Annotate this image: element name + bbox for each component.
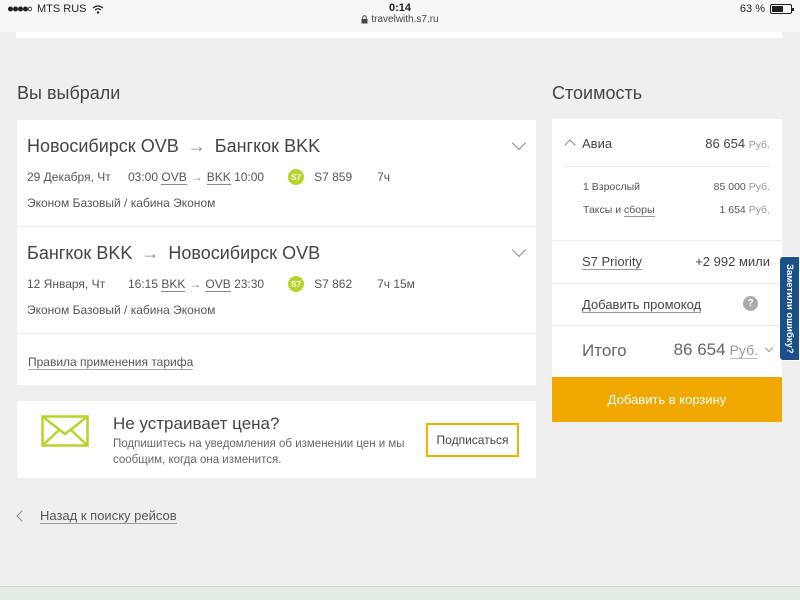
s7-logo-icon: S7	[288, 169, 305, 185]
to-code: BKK	[284, 136, 321, 156]
add-promo-link[interactable]: Добавить промокод	[582, 297, 702, 313]
battery-percent: 63 %	[739, 3, 765, 15]
feedback-label: Заметили ошибку?	[784, 263, 795, 354]
from-code: BKK	[96, 243, 133, 263]
duration: 7ч	[377, 170, 391, 184]
arr-code[interactable]: BKK	[206, 170, 231, 185]
chevron-up-icon	[564, 139, 576, 151]
dep-code[interactable]: OVB	[161, 170, 187, 185]
battery-fill	[772, 6, 783, 12]
adult-row: 1 Взрослый 85 000 Руб.	[583, 181, 770, 193]
total-label: Итого	[582, 341, 627, 360]
taxes-text: Таксы и	[583, 204, 622, 216]
currency: Руб.	[748, 204, 770, 216]
taxes-price: 1 654 Руб.	[719, 204, 770, 216]
top-strip	[16, 32, 782, 38]
price-alert-card: Не устраивает цена? Подпишитесь на уведо…	[17, 401, 536, 478]
address-bar[interactable]: travelwith.s7.ru	[361, 14, 439, 25]
avia-price: 86 654 Руб.	[705, 136, 770, 151]
s7-logo-icon: S7	[288, 276, 305, 292]
chevron-left-icon	[16, 510, 28, 522]
fees-link[interactable]: сборы	[624, 204, 655, 217]
divider	[552, 283, 782, 284]
leg-details: 29 Декабря, Чт 03:00 OVB → BKK 10:00 S7 …	[27, 169, 390, 185]
flight-leg-outbound[interactable]: Новосибирск OVB → Бангкок BKK 29 Декабря…	[17, 120, 536, 227]
clock: 0:14	[388, 2, 412, 14]
leg-route: Новосибирск OVB → Бангкок BKK	[27, 136, 320, 157]
adult-label: 1 Взрослый	[583, 181, 641, 193]
cost-card: Авиа 86 654 Руб. 1 Взрослый 85 000 Руб. …	[552, 119, 782, 377]
cabin-class: Эконом Базовый / кабина Эконом	[27, 196, 216, 210]
status-center: 0:14 travelwith.s7.ru	[0, 2, 800, 27]
add-to-cart-button[interactable]: Добавить в корзину	[552, 377, 782, 422]
subscribe-button[interactable]: Подписаться	[426, 423, 519, 457]
divider	[552, 325, 782, 326]
status-right: 63 %	[739, 3, 794, 15]
help-icon[interactable]: ?	[743, 296, 758, 311]
price-alert-text: Подпишитесь на уведомления об изменении …	[113, 438, 405, 466]
flights-card: Новосибирск OVB → Бангкок BKK 29 Декабря…	[17, 120, 536, 385]
flight-number: S7 859	[314, 170, 353, 184]
avia-amount: 86 654	[705, 136, 746, 151]
to-code: OVB	[282, 243, 321, 263]
from-code: OVB	[140, 136, 179, 156]
arr-time: 23:30	[234, 277, 265, 291]
currency: Руб.	[748, 181, 770, 193]
taxes-amount: 1 654	[719, 204, 746, 216]
avia-label: Авиа	[582, 136, 613, 151]
adult-amount: 85 000	[713, 181, 746, 193]
selected-heading: Вы выбрали	[17, 83, 121, 103]
chevron-down-icon[interactable]	[764, 343, 774, 353]
from-city: Новосибирск	[27, 136, 136, 156]
battery-icon	[770, 4, 794, 14]
dep-time: 03:00	[128, 170, 159, 184]
s7-priority-link[interactable]: S7 Priority	[582, 254, 642, 270]
currency: Руб.	[748, 139, 770, 151]
lock-icon	[361, 15, 368, 24]
taxes-label: Таксы и сборы	[583, 204, 655, 217]
total-price: 86 654 Руб.	[673, 340, 774, 360]
back-to-search[interactable]: Назад к поиску рейсов	[16, 508, 177, 524]
arrow-right-icon: →	[187, 136, 206, 156]
flight-number: S7 862	[314, 277, 353, 291]
leg-date: 12 Января, Чт	[27, 277, 106, 291]
taxes-row: Таксы и сборы 1 654 Руб.	[583, 204, 770, 217]
divider	[564, 166, 770, 167]
from-city: Бангкок	[27, 243, 92, 263]
dep-code[interactable]: BKK	[161, 277, 186, 292]
price-alert-title: Не устраивает цена?	[113, 414, 280, 433]
bottom-bar	[0, 586, 800, 600]
total-amount: 86 654	[673, 340, 726, 359]
status-bar: MTS RUS 0:14 travelwith.s7.ru 63 %	[0, 0, 800, 32]
to-city: Бангкок	[214, 136, 280, 156]
leg-details: 12 Января, Чт 16:15 BKK → OVB 23:30 S7 S…	[27, 276, 415, 292]
chevron-down-icon[interactable]	[511, 242, 527, 258]
divider	[552, 240, 782, 241]
chevron-down-icon[interactable]	[511, 135, 527, 151]
arr-time: 10:00	[234, 170, 265, 184]
priority-miles: +2 992 мили	[695, 254, 770, 269]
cabin-class: Эконом Базовый / кабина Эконом	[27, 303, 216, 317]
feedback-tab[interactable]: Заметили ошибку?	[779, 256, 800, 361]
arrow-right-icon: →	[189, 277, 202, 291]
back-link[interactable]: Назад к поиску рейсов	[40, 508, 177, 524]
arr-code[interactable]: OVB	[205, 277, 231, 292]
arrow-right-icon: →	[190, 170, 203, 184]
url-text: travelwith.s7.ru	[371, 14, 439, 25]
arrow-right-icon: →	[141, 243, 160, 263]
to-city: Новосибирск	[168, 243, 278, 263]
avia-row[interactable]: Авиа 86 654 Руб.	[552, 119, 782, 166]
duration: 7ч 15м	[377, 277, 415, 291]
leg-route: Бангкок BKK → Новосибирск OVB	[27, 243, 320, 264]
dep-time: 16:15	[128, 277, 159, 291]
cost-heading: Стоимость	[552, 83, 643, 103]
envelope-icon	[41, 415, 89, 447]
currency-selector[interactable]: Руб.	[729, 342, 758, 359]
adult-price: 85 000 Руб.	[714, 181, 770, 193]
flight-leg-return[interactable]: Бангкок BKK → Новосибирск OVB 12 Января,…	[17, 227, 536, 334]
leg-date: 29 Декабря, Чт	[27, 170, 111, 184]
tariff-rules-link[interactable]: Правила применения тарифа	[28, 355, 194, 370]
